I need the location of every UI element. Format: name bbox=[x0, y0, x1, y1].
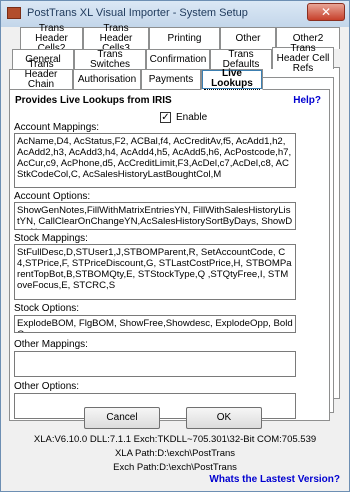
account-mappings-label: Account Mappings: bbox=[14, 122, 100, 133]
tab-trans-defaults[interactable]: Trans Defaults bbox=[210, 49, 272, 69]
client-area: Trans Header Cells2 Trans Header Cells3 … bbox=[4, 23, 346, 489]
xla-path: XLA Path:D:\exch\PostTrans bbox=[114, 448, 236, 459]
main-window: PostTrans XL Visual Importer - System Se… bbox=[0, 0, 350, 492]
tab-authorisation[interactable]: Authorisation bbox=[73, 69, 141, 90]
account-options-field[interactable]: ShowGenNotes,FillWithMatrixEntriesYN, Fi… bbox=[14, 202, 296, 230]
app-icon bbox=[7, 7, 21, 19]
tab-confirmation[interactable]: Confirmation bbox=[146, 49, 210, 69]
live-lookups-panel: Provides Live Lookups from IRIS Help? ✓ … bbox=[9, 89, 330, 421]
tab-live-lookups[interactable]: Live Lookups bbox=[201, 69, 263, 90]
tab-trans-header-cell-refs[interactable]: Trans Header Cell Refs bbox=[272, 43, 334, 73]
stock-mappings-label: Stock Mappings: bbox=[14, 233, 88, 244]
tab-trans-header-chain-posting[interactable]: Trans Header Chain Posting bbox=[9, 60, 73, 100]
close-button[interactable]: ✕ bbox=[307, 3, 345, 21]
help-link[interactable]: Help? bbox=[293, 95, 321, 106]
stock-options-label: Stock Options: bbox=[14, 303, 80, 314]
tab-payments[interactable]: Payments bbox=[141, 69, 201, 90]
latest-version-link[interactable]: Whats the Lastest Version? bbox=[209, 474, 340, 485]
cancel-button[interactable]: Cancel bbox=[84, 407, 160, 429]
panel-heading: Provides Live Lookups from IRIS bbox=[15, 95, 172, 106]
account-options-label: Account Options: bbox=[14, 191, 91, 202]
enable-checkbox[interactable]: ✓ bbox=[160, 112, 171, 123]
exch-path: Exch Path:D:\exch\PostTrans bbox=[113, 462, 237, 473]
window-title: PostTrans XL Visual Importer - System Se… bbox=[27, 7, 248, 19]
tab-trans-header-cells3[interactable]: Trans Header Cells3 bbox=[83, 23, 149, 53]
tab-trans-switches[interactable]: Trans Switches bbox=[74, 49, 146, 69]
tab-other[interactable]: Other bbox=[220, 27, 276, 49]
other-mappings-field[interactable] bbox=[14, 351, 296, 377]
version-info: XLA:V6.10.0 DLL:7.1.1 Exch:TKDLL~705.301… bbox=[33, 434, 317, 445]
stock-options-field[interactable]: ExplodeBOM, FlgBOM, ShowFree,Showdesc, E… bbox=[14, 315, 296, 333]
account-mappings-field[interactable]: AcName,D4, AcStatus,F2, ACBal,f4, AcCred… bbox=[14, 133, 296, 188]
ok-button[interactable]: OK bbox=[186, 407, 262, 429]
enable-label: Enable bbox=[176, 112, 208, 123]
stock-mappings-field[interactable]: StFullDesc,D,STUser1,J,STBOMParent,R, Se… bbox=[14, 244, 296, 300]
tab-trans-header-cells2[interactable]: Trans Header Cells2 bbox=[20, 23, 83, 53]
other-mappings-label: Other Mappings: bbox=[14, 339, 88, 350]
other-options-label: Other Options: bbox=[14, 381, 80, 392]
tab-printing[interactable]: Printing bbox=[149, 27, 220, 49]
